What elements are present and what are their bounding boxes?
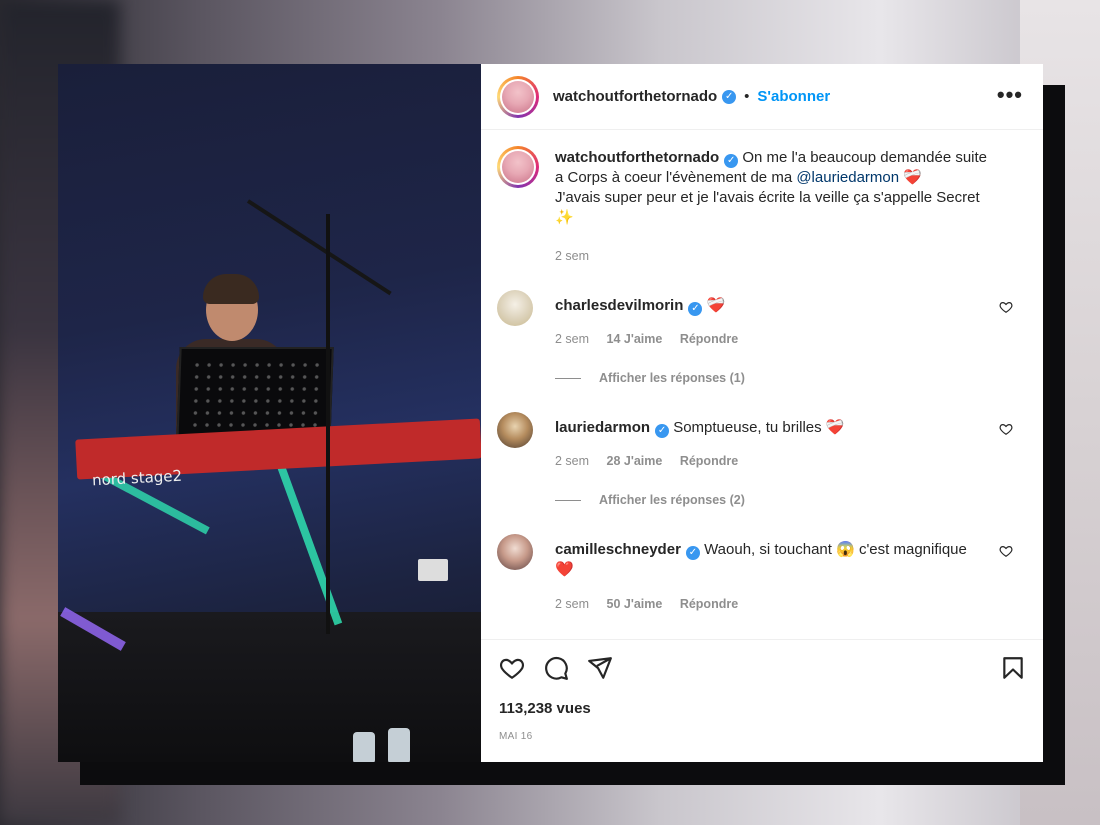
water-bottle: [388, 728, 410, 762]
verified-icon: ✓: [722, 89, 737, 104]
comment-meta: 2 sem 28 J'aime Répondre: [555, 454, 752, 468]
reply-button[interactable]: Répondre: [680, 332, 738, 346]
comment-item: lauriedarmon ✓ Somptueuse, tu brilles ❤️‍…: [497, 412, 1027, 532]
verified-icon: ✓: [724, 154, 739, 168]
avatar[interactable]: [497, 146, 539, 188]
comment-meta: 2 sem 14 J'aime Répondre: [555, 332, 752, 346]
comment-username[interactable]: charlesdevilmorin: [555, 297, 683, 314]
heart-icon[interactable]: [999, 544, 1013, 558]
comments-list: watchoutforthetornado ✓ On me l'a beaucou…: [481, 130, 1043, 640]
caption: watchoutforthetornado ✓ On me l'a beaucou…: [497, 146, 1027, 266]
show-replies-label: Afficher les réponses (2): [599, 493, 745, 507]
comment-text: camilleschneyder ✓ Waouh, si touchant 😱 c…: [555, 540, 995, 580]
mic-boom: [246, 199, 392, 296]
bookmark-icon[interactable]: [1000, 655, 1026, 681]
avatar[interactable]: [497, 412, 533, 448]
comment-text: charlesdevilmorin ✓ ❤️‍🩹: [555, 296, 995, 316]
comment-body: Waouh, si touchant 😱 c'est magnifique: [704, 541, 967, 558]
verified-icon: ✓: [688, 302, 703, 316]
caption-text-part2: J'avais super peur et je l'avais écrite …: [555, 189, 980, 206]
mic-stand: [326, 214, 330, 634]
post-panel: watchoutforthetornado ✓ • S'abonner ••• …: [481, 64, 1043, 762]
post-video[interactable]: nord stage2: [58, 64, 481, 762]
comment-likes[interactable]: 14 J'aime: [607, 332, 663, 346]
heart-emoji: ❤️: [555, 561, 574, 578]
avatar-image: [502, 80, 534, 113]
comment-likes[interactable]: 50 J'aime: [607, 597, 663, 611]
verified-icon: ✓: [685, 546, 700, 560]
avatar[interactable]: [497, 534, 533, 570]
singer-hair: [203, 274, 259, 304]
comment-icon[interactable]: [543, 655, 569, 681]
comment-text: lauriedarmon ✓ Somptueuse, tu brilles ❤️‍…: [555, 418, 995, 438]
heart-emoji: ❤️‍🩹: [706, 297, 726, 314]
reply-button[interactable]: Répondre: [680, 454, 738, 468]
speaker: [418, 559, 448, 581]
post-username[interactable]: watchoutforthetornado: [553, 88, 717, 105]
post-modal: nord stage2 watchoutforthetornado ✓ • S'…: [58, 64, 1043, 762]
heart-icon[interactable]: [999, 300, 1013, 314]
view-count[interactable]: 113,238 vues: [499, 700, 591, 717]
comment-username[interactable]: camilleschneyder: [555, 541, 681, 558]
avatar[interactable]: [497, 290, 533, 326]
avatar[interactable]: [497, 75, 539, 118]
heart-icon[interactable]: [499, 655, 525, 681]
heart-icon[interactable]: [999, 422, 1013, 436]
verified-icon: ✓: [655, 424, 670, 438]
water-bottle: [353, 732, 375, 762]
share-icon[interactable]: [587, 655, 613, 681]
show-replies-label: Afficher les réponses (1): [599, 371, 745, 385]
comment-meta: 2 sem 50 J'aime Répondre: [555, 597, 752, 611]
avatar-image: [502, 151, 534, 183]
reply-button[interactable]: Répondre: [680, 597, 738, 611]
comment-time[interactable]: 2 sem: [555, 454, 589, 468]
comment-body: Somptueuse, tu brilles: [673, 419, 822, 436]
replies-line: [555, 500, 581, 502]
post-actions: 113,238 vues MAI 16: [481, 639, 1043, 763]
heart-emoji: ❤️‍🩹: [825, 419, 845, 436]
keyboard-brand-label: nord stage2: [91, 466, 183, 490]
comment-time[interactable]: 2 sem: [555, 597, 589, 611]
heart-emoji: ❤️‍🩹: [903, 169, 922, 186]
sparkle-emoji: ✨: [555, 209, 574, 226]
post-date[interactable]: MAI 16: [499, 731, 532, 742]
mention-link[interactable]: @lauriedarmon: [796, 169, 899, 186]
caption-time[interactable]: 2 sem: [555, 249, 589, 263]
comment-username[interactable]: lauriedarmon: [555, 419, 650, 436]
stage-floor: [58, 612, 481, 762]
caption-meta: 2 sem: [555, 249, 603, 263]
replies-line: [555, 378, 581, 380]
comment-likes[interactable]: 28 J'aime: [607, 454, 663, 468]
comment-item: charlesdevilmorin ✓ ❤️‍🩹 2 sem 14 J'aime …: [497, 290, 1027, 410]
more-icon[interactable]: •••: [997, 82, 1023, 108]
show-replies-button[interactable]: Afficher les réponses (1): [555, 371, 745, 385]
caption-text: watchoutforthetornado ✓ On me l'a beaucou…: [555, 148, 995, 228]
separator-dot: •: [744, 88, 750, 105]
post-header: watchoutforthetornado ✓ • S'abonner •••: [481, 64, 1043, 130]
caption-username[interactable]: watchoutforthetornado: [555, 149, 719, 166]
follow-button[interactable]: S'abonner: [757, 88, 830, 105]
comment-item: camilleschneyder ✓ Waouh, si touchant 😱 c…: [497, 534, 1027, 634]
comment-time[interactable]: 2 sem: [555, 332, 589, 346]
show-replies-button[interactable]: Afficher les réponses (2): [555, 493, 745, 507]
